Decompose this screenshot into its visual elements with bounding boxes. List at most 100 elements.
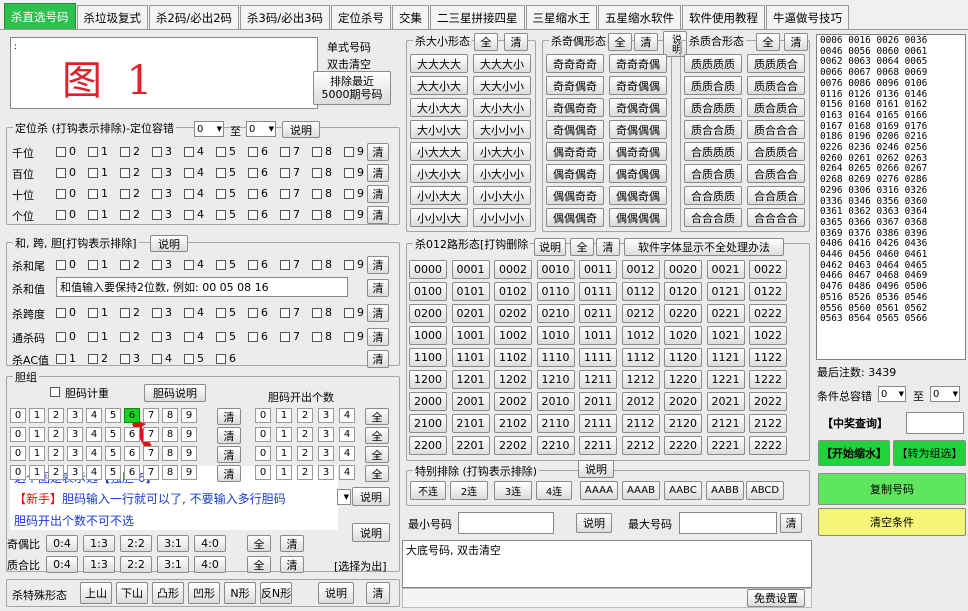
route012-item-0200[interactable]: 0200 xyxy=(409,304,447,323)
dan-extra-select[interactable] xyxy=(337,489,351,505)
tab-6[interactable]: 二三星拼接四星 xyxy=(430,5,525,29)
prime-item-6[interactable]: 质合合质 xyxy=(684,120,742,139)
route012-item-0010[interactable]: 0010 xyxy=(536,260,575,279)
route012-item-1121[interactable]: 1121 xyxy=(706,348,745,367)
pos-3-checkbox-2[interactable] xyxy=(120,210,130,220)
dan-cell-3-0[interactable]: 0 xyxy=(10,465,26,480)
tab-10[interactable]: 牛逼做号技巧 xyxy=(766,5,850,29)
sum-kill_tail-checkbox-1[interactable] xyxy=(88,260,98,270)
prime-item-5[interactable]: 质合质合 xyxy=(747,98,805,117)
pos-0-checkbox-4[interactable] xyxy=(184,147,194,157)
big_small-item-13[interactable]: 小小大小 xyxy=(473,186,531,205)
route012-item-0120[interactable]: 0120 xyxy=(664,282,702,301)
dan-cell-3-2[interactable]: 2 xyxy=(48,465,64,480)
route012-item-2000[interactable]: 2000 xyxy=(409,392,447,411)
sum-kill_tong-checkbox-5[interactable] xyxy=(216,332,226,342)
prime-item-4[interactable]: 质合质质 xyxy=(684,98,742,117)
route012-item-1202[interactable]: 1202 xyxy=(494,370,532,389)
big_small-item-1[interactable]: 大大大小 xyxy=(473,54,531,73)
prime-item-9[interactable]: 合质质合 xyxy=(747,142,805,161)
sum-kill_tong-checkbox-3[interactable] xyxy=(152,332,162,342)
shape-button-3[interactable]: 凹形 xyxy=(188,582,220,604)
sum-clear-button-kill_span[interactable]: 清 xyxy=(367,304,389,322)
route012-item-2120[interactable]: 2120 xyxy=(664,414,702,433)
pos-1-checkbox-1[interactable] xyxy=(88,168,98,178)
big_small-item-10[interactable]: 小大小大 xyxy=(410,164,468,183)
pos-1-checkbox-2[interactable] xyxy=(120,168,130,178)
sum-kill_tong-checkbox-9[interactable] xyxy=(344,332,354,342)
sum-kill_tong-checkbox-0[interactable] xyxy=(56,332,66,342)
dan-cell-2-0[interactable]: 0 xyxy=(10,446,26,461)
pos-0-checkbox-3[interactable] xyxy=(152,147,162,157)
route012-item-0020[interactable]: 0020 xyxy=(664,260,702,279)
route012-item-1112[interactable]: 1112 xyxy=(621,348,660,367)
big_small-item-8[interactable]: 小大大大 xyxy=(410,142,468,161)
route012-item-1012[interactable]: 1012 xyxy=(621,326,660,345)
special-exclude-item-8[interactable]: ABCD xyxy=(746,481,784,500)
ratio-btn-1-0[interactable]: 0:4 xyxy=(46,556,78,573)
dan-cell-1-2[interactable]: 2 xyxy=(48,427,64,442)
route012-item-1100[interactable]: 1100 xyxy=(409,348,447,367)
odd_even-item-2[interactable]: 奇奇偶奇 xyxy=(546,76,604,95)
big-small-all-button[interactable]: 全 xyxy=(474,33,498,51)
pos-3-checkbox-1[interactable] xyxy=(88,210,98,220)
route012-item-2012[interactable]: 2012 xyxy=(621,392,660,411)
tab-8[interactable]: 五星缩水软件 xyxy=(598,5,682,29)
route012-item-0201[interactable]: 0201 xyxy=(451,304,490,323)
odd_even-item-13[interactable]: 偶偶奇偶 xyxy=(609,186,667,205)
dan-cell-3-9[interactable]: 9 xyxy=(181,465,197,480)
route012-item-2010[interactable]: 2010 xyxy=(536,392,575,411)
dan-cell-0-9[interactable]: 9 xyxy=(181,408,197,423)
pos-1-checkbox-4[interactable] xyxy=(184,168,194,178)
result-number-list[interactable]: 0006 0016 0026 0036 0046 0056 0060 0061 … xyxy=(816,34,966,360)
dan-cell-3-5[interactable]: 5 xyxy=(105,465,121,480)
pos-3-checkbox-7[interactable] xyxy=(280,210,290,220)
route012-item-1010[interactable]: 1010 xyxy=(536,326,575,345)
route012-item-0122[interactable]: 0122 xyxy=(749,282,787,301)
shape-clear-button[interactable]: 清 xyxy=(366,582,390,604)
route012-item-0110[interactable]: 0110 xyxy=(536,282,575,301)
special-exclude-explain-button[interactable]: 说明 xyxy=(578,460,614,478)
pos-2-checkbox-9[interactable] xyxy=(344,189,354,199)
big_small-item-6[interactable]: 大小小大 xyxy=(410,120,468,139)
ratio-all-button-1[interactable]: 全 xyxy=(247,556,271,573)
route012-item-0221[interactable]: 0221 xyxy=(706,304,745,323)
dan-out-cell-2-1[interactable]: 1 xyxy=(276,446,292,461)
pos-3-checkbox-9[interactable] xyxy=(344,210,354,220)
pos-2-checkbox-4[interactable] xyxy=(184,189,194,199)
pos-1-checkbox-9[interactable] xyxy=(344,168,354,178)
route012-explain-button[interactable]: 说明 xyxy=(534,238,566,256)
route012-item-1110[interactable]: 1110 xyxy=(536,348,575,367)
dan-cell-0-1[interactable]: 1 xyxy=(29,408,45,423)
ratio-clear-button-1[interactable]: 清 xyxy=(280,556,304,573)
odd_even-item-4[interactable]: 奇偶奇奇 xyxy=(546,98,604,117)
dan-cell-1-8[interactable]: 8 xyxy=(162,427,178,442)
odd-even-clear-button[interactable]: 清 xyxy=(634,33,658,51)
dan-cell-0-7[interactable]: 7 xyxy=(143,408,159,423)
dan-explain-button[interactable]: 胆码说明 xyxy=(144,384,206,402)
route012-item-1102[interactable]: 1102 xyxy=(494,348,532,367)
big-small-clear-button[interactable]: 清 xyxy=(504,33,528,51)
route012-item-0121[interactable]: 0121 xyxy=(706,282,745,301)
free-settings-button[interactable]: 免费设置 xyxy=(747,589,805,607)
pos-0-checkbox-5[interactable] xyxy=(216,147,226,157)
sum-clear-button-kill_ac[interactable]: 清 xyxy=(367,350,389,368)
route012-item-0211[interactable]: 0211 xyxy=(579,304,617,323)
dan-cell-1-3[interactable]: 3 xyxy=(67,427,83,442)
shape-explain-button[interactable]: 说明 xyxy=(318,582,354,604)
sum-kill_tong-checkbox-2[interactable] xyxy=(120,332,130,342)
pos-3-checkbox-3[interactable] xyxy=(152,210,162,220)
shape-button-0[interactable]: 上山 xyxy=(80,582,112,604)
font-fix-button[interactable]: 软件字体显示不全处理办法 xyxy=(624,238,784,256)
minmax-clear-button[interactable]: 清 xyxy=(780,513,802,533)
dan-cell-1-6[interactable]: 6 xyxy=(124,427,140,442)
big_small-item-11[interactable]: 小大小小 xyxy=(473,164,531,183)
clear-conditions-button[interactable]: 清空条件 xyxy=(818,508,966,536)
odd_even-item-5[interactable]: 奇偶奇偶 xyxy=(609,98,667,117)
pos-3-checkbox-0[interactable] xyxy=(56,210,66,220)
route012-item-2021[interactable]: 2021 xyxy=(706,392,745,411)
dan-cell-2-3[interactable]: 3 xyxy=(67,446,83,461)
special-exclude-item-0[interactable]: 不连 xyxy=(410,481,446,500)
sum-kill_span-checkbox-0[interactable] xyxy=(56,308,66,318)
big_small-item-5[interactable]: 大小大小 xyxy=(473,98,531,117)
